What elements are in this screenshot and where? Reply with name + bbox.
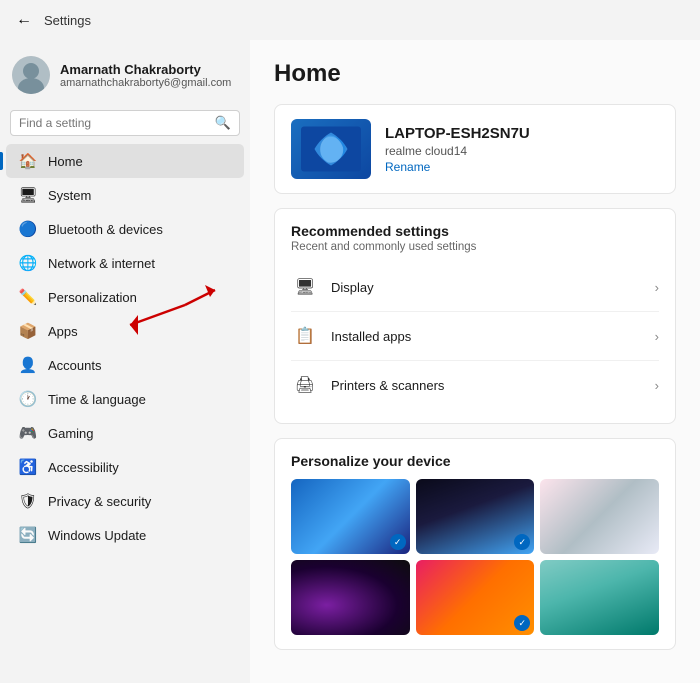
nav-icon-time: 🕐 bbox=[18, 389, 38, 409]
wallpaper-wp2[interactable]: ✓ bbox=[416, 479, 535, 554]
nav-icon-apps: 📦 bbox=[18, 321, 38, 341]
search-input[interactable] bbox=[19, 116, 209, 130]
sidebar-item-privacy[interactable]: 🛡 Privacy & security bbox=[6, 484, 244, 518]
settings-row-display[interactable]: 🖥 Display › bbox=[291, 263, 659, 312]
sidebar-item-update[interactable]: 🔄 Windows Update bbox=[6, 518, 244, 552]
device-model: realme cloud14 bbox=[385, 144, 530, 158]
recommended-title: Recommended settings bbox=[291, 223, 659, 239]
sidebar-item-home[interactable]: 🏠 Home bbox=[6, 144, 244, 178]
personalize-title: Personalize your device bbox=[291, 453, 659, 469]
nav-icon-home: 🏠 bbox=[18, 151, 38, 171]
settings-label-printers: Printers & scanners bbox=[331, 378, 444, 393]
nav-label-personalization: Personalization bbox=[48, 290, 137, 305]
search-icon: 🔍 bbox=[215, 115, 231, 131]
sidebar-item-gaming[interactable]: 🎮 Gaming bbox=[6, 416, 244, 450]
sidebar-item-system[interactable]: 🖥 System bbox=[6, 178, 244, 212]
settings-icon-display: 🖥 bbox=[291, 273, 319, 301]
user-profile[interactable]: Amarnath Chakraborty amarnathchakraborty… bbox=[0, 48, 250, 106]
nav-icon-system: 🖥 bbox=[18, 185, 38, 205]
nav-label-time: Time & language bbox=[48, 392, 146, 407]
nav-icon-privacy: 🛡 bbox=[18, 491, 38, 511]
settings-row-installed-apps[interactable]: 📋 Installed apps › bbox=[291, 312, 659, 361]
nav-icon-network: 🌐 bbox=[18, 253, 38, 273]
wallpaper-wp3[interactable] bbox=[540, 479, 659, 554]
sidebar-item-time[interactable]: 🕐 Time & language bbox=[6, 382, 244, 416]
nav-icon-gaming: 🎮 bbox=[18, 423, 38, 443]
settings-row-left: 🖨 Printers & scanners bbox=[291, 371, 444, 399]
chevron-icon-display: › bbox=[655, 280, 659, 295]
nav-label-update: Windows Update bbox=[48, 528, 146, 543]
main-content: Home LAPTOP-ESH2SN7U realme cloud14 bbox=[250, 40, 700, 683]
user-email: amarnathchakraborty6@gmail.com bbox=[60, 77, 231, 89]
nav-icon-personalization: ✏️ bbox=[18, 287, 38, 307]
nav-icon-update: 🔄 bbox=[18, 525, 38, 545]
settings-icon-printers: 🖨 bbox=[291, 371, 319, 399]
sidebar-item-bluetooth[interactable]: 🔵 Bluetooth & devices bbox=[6, 212, 244, 246]
recommended-settings-card: Recommended settings Recent and commonly… bbox=[274, 208, 676, 424]
avatar bbox=[12, 56, 50, 94]
wallpaper-wp5[interactable]: ✓ bbox=[416, 560, 535, 635]
page-title: Home bbox=[274, 60, 676, 88]
app-title: Settings bbox=[44, 13, 91, 28]
user-name: Amarnath Chakraborty bbox=[60, 62, 231, 77]
wallpaper-check: ✓ bbox=[514, 615, 530, 631]
wallpaper-wp1[interactable]: ✓ bbox=[291, 479, 410, 554]
device-card: LAPTOP-ESH2SN7U realme cloud14 Rename bbox=[274, 104, 676, 194]
sidebar-item-network[interactable]: 🌐 Network & internet bbox=[6, 246, 244, 280]
sidebar: Amarnath Chakraborty amarnathchakraborty… bbox=[0, 40, 250, 683]
nav-label-network: Network & internet bbox=[48, 256, 155, 271]
nav-label-system: System bbox=[48, 188, 91, 203]
rename-link[interactable]: Rename bbox=[385, 160, 530, 174]
wallpaper-check: ✓ bbox=[514, 534, 530, 550]
sidebar-item-accessibility[interactable]: ♿ Accessibility bbox=[6, 450, 244, 484]
sidebar-item-apps[interactable]: 📦 Apps bbox=[6, 314, 244, 348]
settings-label-installed-apps: Installed apps bbox=[331, 329, 411, 344]
nav-label-privacy: Privacy & security bbox=[48, 494, 151, 509]
personalize-card: Personalize your device ✓ ✓ ✓ bbox=[274, 438, 676, 650]
nav-label-bluetooth: Bluetooth & devices bbox=[48, 222, 163, 237]
nav-label-accessibility: Accessibility bbox=[48, 460, 119, 475]
nav-list: 🏠 Home 🖥 System 🔵 Bluetooth & devices 🌐 … bbox=[0, 144, 250, 552]
user-info: Amarnath Chakraborty amarnathchakraborty… bbox=[60, 62, 231, 89]
nav-label-home: Home bbox=[48, 154, 83, 169]
wallpaper-wp4[interactable] bbox=[291, 560, 410, 635]
nav-label-apps: Apps bbox=[48, 324, 78, 339]
nav-icon-accessibility: ♿ bbox=[18, 457, 38, 477]
recommended-rows: 🖥 Display › 📋 Installed apps › 🖨 Printer… bbox=[291, 263, 659, 409]
device-name: LAPTOP-ESH2SN7U bbox=[385, 125, 530, 142]
wallpaper-check: ✓ bbox=[390, 534, 406, 550]
nav-icon-bluetooth: 🔵 bbox=[18, 219, 38, 239]
settings-icon-installed-apps: 📋 bbox=[291, 322, 319, 350]
back-icon: ← bbox=[16, 11, 32, 29]
nav-label-gaming: Gaming bbox=[48, 426, 94, 441]
back-button[interactable]: ← bbox=[12, 8, 36, 32]
search-box[interactable]: 🔍 bbox=[10, 110, 240, 136]
recommended-subtitle: Recent and commonly used settings bbox=[291, 241, 659, 253]
nav-label-accounts: Accounts bbox=[48, 358, 101, 373]
wallpaper-grid: ✓ ✓ ✓ bbox=[291, 479, 659, 635]
nav-icon-accounts: 👤 bbox=[18, 355, 38, 375]
chevron-icon-installed-apps: › bbox=[655, 329, 659, 344]
sidebar-item-personalization[interactable]: ✏️ Personalization bbox=[6, 280, 244, 314]
settings-row-left: 📋 Installed apps bbox=[291, 322, 411, 350]
device-info: LAPTOP-ESH2SN7U realme cloud14 Rename bbox=[385, 125, 530, 174]
settings-label-display: Display bbox=[331, 280, 374, 295]
device-thumbnail bbox=[291, 119, 371, 179]
sidebar-item-accounts[interactable]: 👤 Accounts bbox=[6, 348, 244, 382]
chevron-icon-printers: › bbox=[655, 378, 659, 393]
settings-row-printers[interactable]: 🖨 Printers & scanners › bbox=[291, 361, 659, 409]
wallpaper-wp6[interactable] bbox=[540, 560, 659, 635]
settings-row-left: 🖥 Display bbox=[291, 273, 374, 301]
